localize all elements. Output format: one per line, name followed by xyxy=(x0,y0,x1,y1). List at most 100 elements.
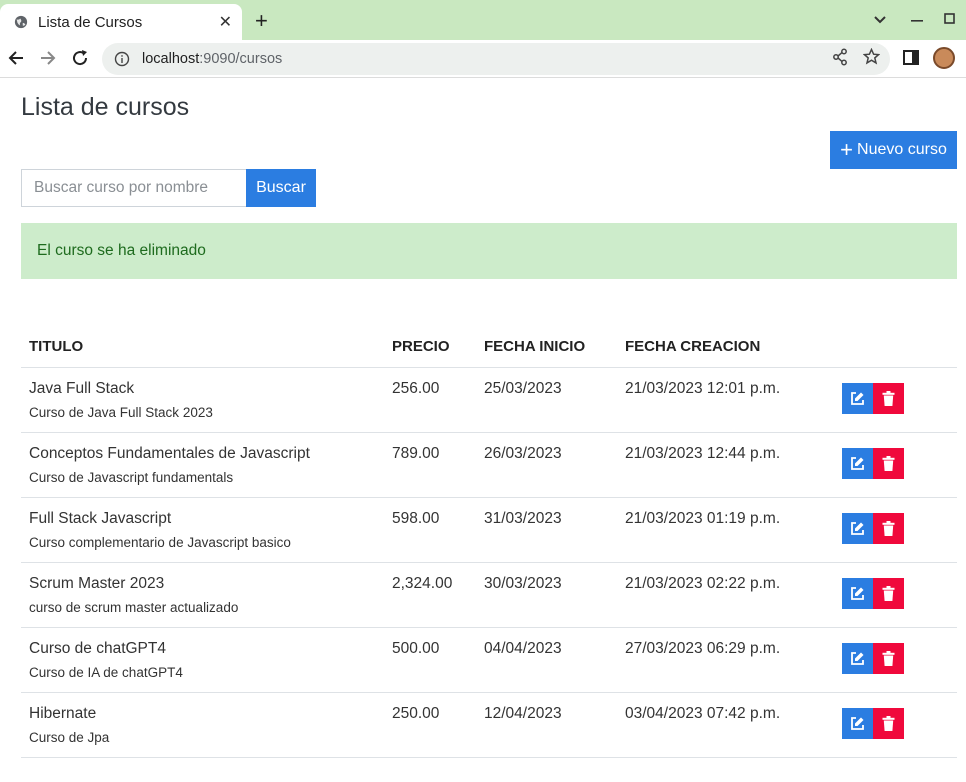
search-form: Buscar xyxy=(21,169,316,207)
course-title: Curso de chatGPT4 xyxy=(29,639,166,657)
trash-icon xyxy=(882,650,895,666)
delete-button[interactable] xyxy=(873,382,904,414)
plus-icon: + xyxy=(840,137,854,162)
course-price: 500.00 xyxy=(384,627,476,693)
cell-title: Full Stack Javascript Curso complementar… xyxy=(21,497,384,563)
edit-icon xyxy=(851,391,864,405)
cell-title: Curso de chatGPT4 Curso de IA de chatGPT… xyxy=(21,627,384,693)
header-titulo: TITULO xyxy=(21,327,384,368)
browser-tab[interactable]: Lista de Cursos ✕ xyxy=(0,4,242,40)
course-title: Scrum Master 2023 xyxy=(29,574,165,592)
back-button[interactable] xyxy=(6,48,26,68)
chevron-down-icon[interactable] xyxy=(873,15,887,25)
delete-button[interactable] xyxy=(873,642,904,674)
table-row: Scrum Master 2023 curso de scrum master … xyxy=(21,562,957,628)
trash-icon xyxy=(882,715,895,731)
table-row: Java Full Stack Curso de Java Full Stack… xyxy=(21,367,957,433)
header-fecha-inicio: FECHA INICIO xyxy=(476,327,617,368)
cell-actions xyxy=(834,562,957,628)
courses-table: TITULO PRECIO FECHA INICIO FECHA CREACIO… xyxy=(21,327,957,758)
close-tab-icon[interactable]: ✕ xyxy=(219,12,232,32)
edit-icon xyxy=(851,651,864,665)
tab-title: Lista de Cursos xyxy=(38,13,143,31)
trash-icon xyxy=(882,520,895,536)
trash-icon xyxy=(882,455,895,471)
cell-title: Conceptos Fundamentales de Javascript Cu… xyxy=(21,432,384,498)
row-actions xyxy=(842,640,949,674)
new-tab-button[interactable]: + xyxy=(255,10,268,32)
globe-icon xyxy=(14,15,28,29)
cell-actions xyxy=(834,627,957,693)
course-title: Java Full Stack xyxy=(29,379,135,397)
header-actions xyxy=(834,327,957,368)
reload-button[interactable] xyxy=(70,48,90,68)
arrow-left-icon xyxy=(8,51,23,65)
course-created-date: 03/04/2023 07:42 p.m. xyxy=(617,692,834,758)
forward-button[interactable] xyxy=(38,48,58,68)
edit-button[interactable] xyxy=(842,382,873,414)
row-actions xyxy=(842,380,949,414)
course-created-date: 27/03/2023 06:29 p.m. xyxy=(617,627,834,693)
site-info-icon[interactable] xyxy=(114,51,130,67)
url-path: :9090/cursos xyxy=(199,51,283,67)
success-alert: El curso se ha eliminado xyxy=(21,223,957,279)
new-course-button[interactable]: + Nuevo curso xyxy=(830,131,957,169)
delete-button[interactable] xyxy=(873,447,904,479)
cell-title: Hibernate Curso de Jpa xyxy=(21,692,384,758)
share-icon[interactable] xyxy=(832,48,848,66)
profile-avatar[interactable] xyxy=(933,47,955,69)
star-icon[interactable] xyxy=(863,48,880,65)
course-title: Conceptos Fundamentales de Javascript xyxy=(29,444,310,462)
cell-actions xyxy=(834,497,957,563)
trash-icon xyxy=(882,390,895,406)
course-description: Curso de Java Full Stack 2023 xyxy=(29,404,213,420)
delete-button[interactable] xyxy=(873,512,904,544)
course-start-date: 26/03/2023 xyxy=(476,432,617,498)
edit-button[interactable] xyxy=(842,447,873,479)
search-input[interactable] xyxy=(21,169,246,207)
edit-button[interactable] xyxy=(842,512,873,544)
table-row: Curso de chatGPT4 Curso de IA de chatGPT… xyxy=(21,627,957,693)
reload-icon xyxy=(73,50,88,66)
course-start-date: 31/03/2023 xyxy=(476,497,617,563)
course-created-date: 21/03/2023 12:01 p.m. xyxy=(617,367,834,433)
course-start-date: 25/03/2023 xyxy=(476,367,617,433)
search-button[interactable]: Buscar xyxy=(246,169,316,207)
minimize-icon[interactable] xyxy=(911,20,923,22)
edit-button[interactable] xyxy=(842,707,873,739)
edit-button[interactable] xyxy=(842,577,873,609)
table-row: Hibernate Curso de Jpa 250.00 12/04/2023… xyxy=(21,692,957,758)
table-row: Conceptos Fundamentales de Javascript Cu… xyxy=(21,432,957,498)
address-bar[interactable]: localhost:9090/cursos xyxy=(102,43,890,75)
course-created-date: 21/03/2023 12:44 p.m. xyxy=(617,432,834,498)
course-price: 2,324.00 xyxy=(384,562,476,628)
course-price: 789.00 xyxy=(384,432,476,498)
course-title: Full Stack Javascript xyxy=(29,509,172,527)
course-start-date: 30/03/2023 xyxy=(476,562,617,628)
cell-actions xyxy=(834,367,957,433)
new-course-label: Nuevo curso xyxy=(857,141,947,158)
course-title: Hibernate xyxy=(29,704,97,722)
course-start-date: 04/04/2023 xyxy=(476,627,617,693)
maximize-icon[interactable] xyxy=(944,13,955,24)
cell-actions xyxy=(834,432,957,498)
course-price: 598.00 xyxy=(384,497,476,563)
page-content: Lista de cursos + Nuevo curso Buscar El … xyxy=(0,79,966,782)
browser-toolbar: localhost:9090/cursos xyxy=(0,40,966,78)
course-description: Curso de Jpa xyxy=(29,729,110,745)
url-host: localhost xyxy=(142,51,200,67)
edit-button[interactable] xyxy=(842,642,873,674)
delete-button[interactable] xyxy=(873,577,904,609)
trash-icon xyxy=(882,585,895,601)
course-created-date: 21/03/2023 02:22 p.m. xyxy=(617,562,834,628)
row-actions xyxy=(842,510,949,544)
delete-button[interactable] xyxy=(873,707,904,739)
header-precio: PRECIO xyxy=(384,327,476,368)
side-panel-icon[interactable] xyxy=(903,50,919,65)
page-title: Lista de cursos xyxy=(21,93,190,121)
row-actions xyxy=(842,705,949,739)
edit-icon xyxy=(851,716,864,730)
browser-tab-strip: Lista de Cursos ✕ + xyxy=(0,0,966,40)
arrow-right-icon xyxy=(41,51,56,65)
course-description: Curso de IA de chatGPT4 xyxy=(29,664,183,680)
